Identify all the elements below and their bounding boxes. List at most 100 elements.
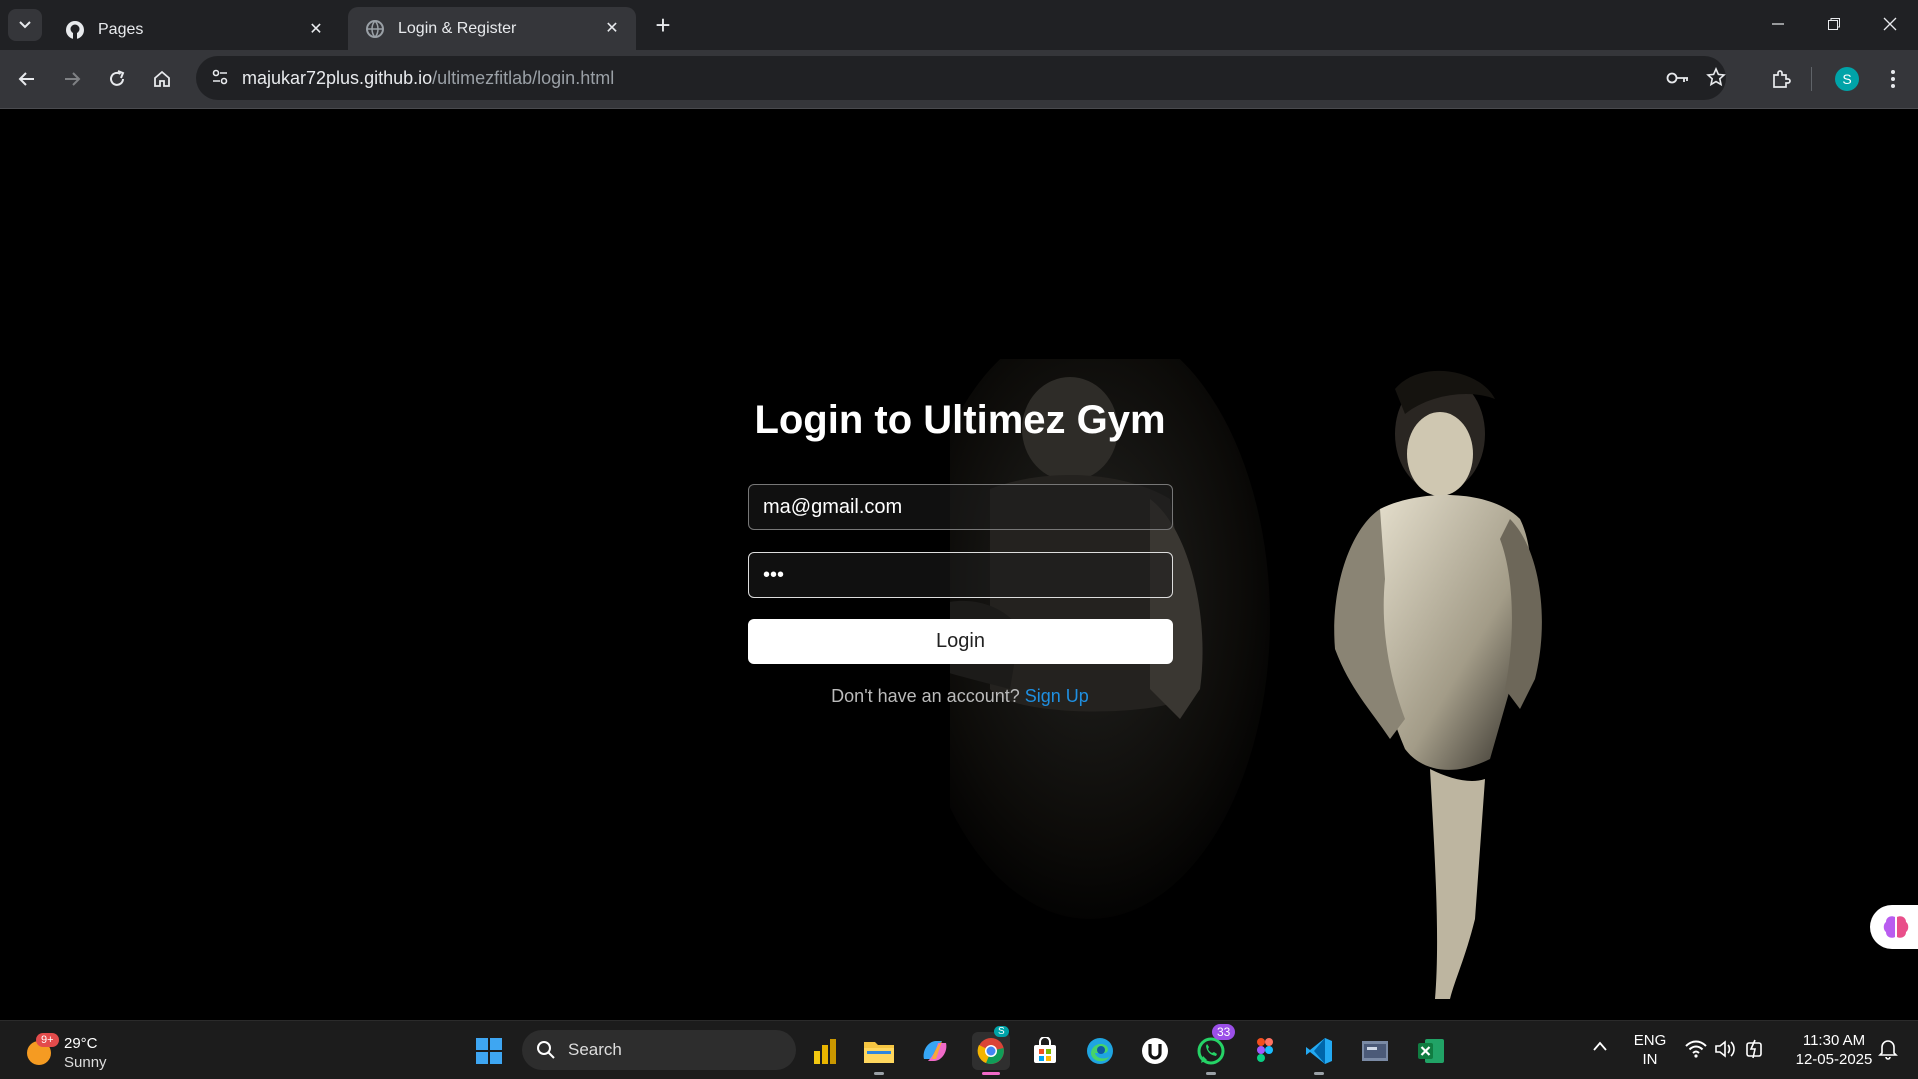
notifications-icon[interactable]: [1878, 1038, 1898, 1065]
wifi-icon[interactable]: [1684, 1039, 1708, 1064]
bar-chart-app-icon: [814, 1039, 836, 1064]
login-button[interactable]: Login: [748, 619, 1173, 664]
url-host: majukar72plus.github.io: [242, 68, 433, 88]
weather-desc: Sunny: [64, 1054, 107, 1071]
tab-pages[interactable]: Pages ✕: [48, 8, 340, 51]
extension-floating-button[interactable]: [1870, 905, 1918, 949]
close-icon: [1883, 17, 1897, 31]
search-label: Search: [568, 1040, 622, 1059]
toolbar-divider: [1811, 67, 1812, 91]
extensions-button[interactable]: [1764, 62, 1798, 96]
github-icon: [64, 19, 86, 41]
excel-icon: [1418, 1039, 1444, 1063]
gym-hero-image: [950, 359, 1542, 999]
clock-time: 11:30 AM: [1802, 1032, 1866, 1049]
url-path: /ultimezfitlab/login.html: [432, 68, 615, 88]
taskbar-app-u[interactable]: [1136, 1032, 1174, 1070]
restore-button[interactable]: [1806, 0, 1862, 48]
folder-icon: [864, 1042, 894, 1063]
reload-button[interactable]: [100, 62, 134, 96]
u-app-icon: [1142, 1038, 1168, 1064]
forward-button[interactable]: [55, 62, 89, 96]
signup-prompt-text: Don't have an account?: [831, 686, 1020, 706]
copilot-icon: [923, 1041, 947, 1061]
battery-charging-icon[interactable]: [1744, 1038, 1766, 1065]
windows-logo-icon: [476, 1038, 502, 1064]
kebab-menu-icon: [1891, 70, 1895, 88]
start-button[interactable]: [470, 1032, 508, 1070]
running-indicator: [874, 1072, 884, 1075]
address-bar[interactable]: majukar72plus.github.io/ultimezfitlab/lo…: [196, 56, 1726, 100]
figma-icon: [1257, 1038, 1273, 1062]
windows-taskbar: 9+ 29°C Sunny Search S 33 ENG IN 11:30 A…: [0, 1020, 1918, 1079]
taskbar-app-figma[interactable]: [1246, 1032, 1284, 1070]
email-field[interactable]: [748, 484, 1173, 530]
taskbar-app-sql[interactable]: [1356, 1032, 1394, 1070]
close-tab-icon[interactable]: ✕: [602, 19, 622, 39]
weather-widget[interactable]: 9+ 29°C Sunny: [22, 1033, 142, 1073]
profile-button[interactable]: S: [1830, 62, 1864, 96]
tab-search-button[interactable]: [8, 9, 42, 41]
taskbar-app-copilot[interactable]: [916, 1032, 954, 1070]
signup-link[interactable]: Sign Up: [1025, 686, 1089, 706]
site-settings-icon[interactable]: [210, 67, 230, 92]
browser-toolbar: majukar72plus.github.io/ultimezfitlab/lo…: [0, 50, 1918, 109]
page-title: Login to Ultimez Gym: [754, 398, 1166, 442]
arrow-left-icon: [18, 72, 34, 86]
avatar: S: [1835, 67, 1859, 91]
database-tool-icon: [1362, 1041, 1388, 1061]
taskbar-app-store[interactable]: [1026, 1032, 1064, 1070]
minimize-button[interactable]: [1750, 0, 1806, 48]
taskbar-app-edge[interactable]: [1081, 1032, 1119, 1070]
taskbar-app-whatsapp[interactable]: 33: [1192, 1024, 1236, 1075]
vscode-icon: [1306, 1038, 1332, 1064]
new-tab-button[interactable]: +: [648, 10, 678, 40]
tab-title: Pages: [98, 20, 144, 38]
puzzle-icon: [1773, 70, 1791, 88]
home-button[interactable]: [145, 62, 179, 96]
close-window-button[interactable]: [1862, 0, 1918, 48]
taskbar-app-vscode[interactable]: [1300, 1032, 1338, 1075]
taskbar-app-excel[interactable]: [1412, 1032, 1450, 1070]
chrome-icon: [977, 1038, 1004, 1064]
brain-icon: [1883, 916, 1909, 938]
volume-icon[interactable]: [1714, 1039, 1738, 1064]
taskbar-app-file-explorer[interactable]: [860, 1032, 898, 1075]
tab-login-register[interactable]: Login & Register ✕: [348, 7, 636, 50]
arrow-right-icon: [65, 72, 81, 86]
chrome-profile-badge: S: [994, 1026, 1009, 1037]
language-indicator[interactable]: ENG IN: [1628, 1031, 1672, 1069]
home-icon: [154, 70, 170, 87]
page-content: Login to Ultimez Gym Login Don't have an…: [0, 109, 1918, 1020]
running-indicator: [1314, 1072, 1324, 1075]
search-icon: [537, 1041, 555, 1059]
taskbar-search[interactable]: Search: [522, 1030, 796, 1070]
bookmark-star-icon[interactable]: [1706, 67, 1726, 92]
close-tab-icon[interactable]: ✕: [306, 20, 326, 40]
running-indicator: [1206, 1072, 1216, 1075]
tab-title: Login & Register: [398, 19, 517, 37]
tab-strip: Pages ✕ Login & Register ✕ +: [0, 0, 1918, 50]
clock[interactable]: 11:30 AM 12-05-2025: [1784, 1031, 1884, 1069]
password-field[interactable]: [748, 552, 1173, 598]
language-code: ENG: [1633, 1032, 1667, 1049]
active-indicator: [982, 1072, 1000, 1075]
reload-icon: [110, 70, 125, 86]
url-text[interactable]: majukar72plus.github.io/ultimezfitlab/lo…: [242, 68, 614, 89]
back-button[interactable]: [10, 62, 44, 96]
show-hidden-icons[interactable]: [1592, 1039, 1608, 1057]
signup-prompt: Don't have an account? Sign Up: [700, 686, 1220, 707]
weather-badge: 9+: [36, 1033, 59, 1047]
restore-icon: [1828, 18, 1840, 30]
minimize-icon: [1772, 23, 1784, 25]
weather-temp: 29°C: [64, 1035, 98, 1052]
chevron-up-icon: [1593, 1041, 1607, 1051]
whatsapp-icon: [1197, 1037, 1225, 1065]
taskbar-app-chrome[interactable]: S: [972, 1026, 1010, 1075]
edge-icon: [1087, 1038, 1113, 1064]
region-code: IN: [1642, 1051, 1658, 1068]
clock-date: 12-05-2025: [1795, 1051, 1873, 1068]
chrome-menu-button[interactable]: [1876, 62, 1910, 96]
password-key-icon[interactable]: [1666, 68, 1690, 93]
taskbar-app-power-bi[interactable]: [806, 1032, 844, 1070]
